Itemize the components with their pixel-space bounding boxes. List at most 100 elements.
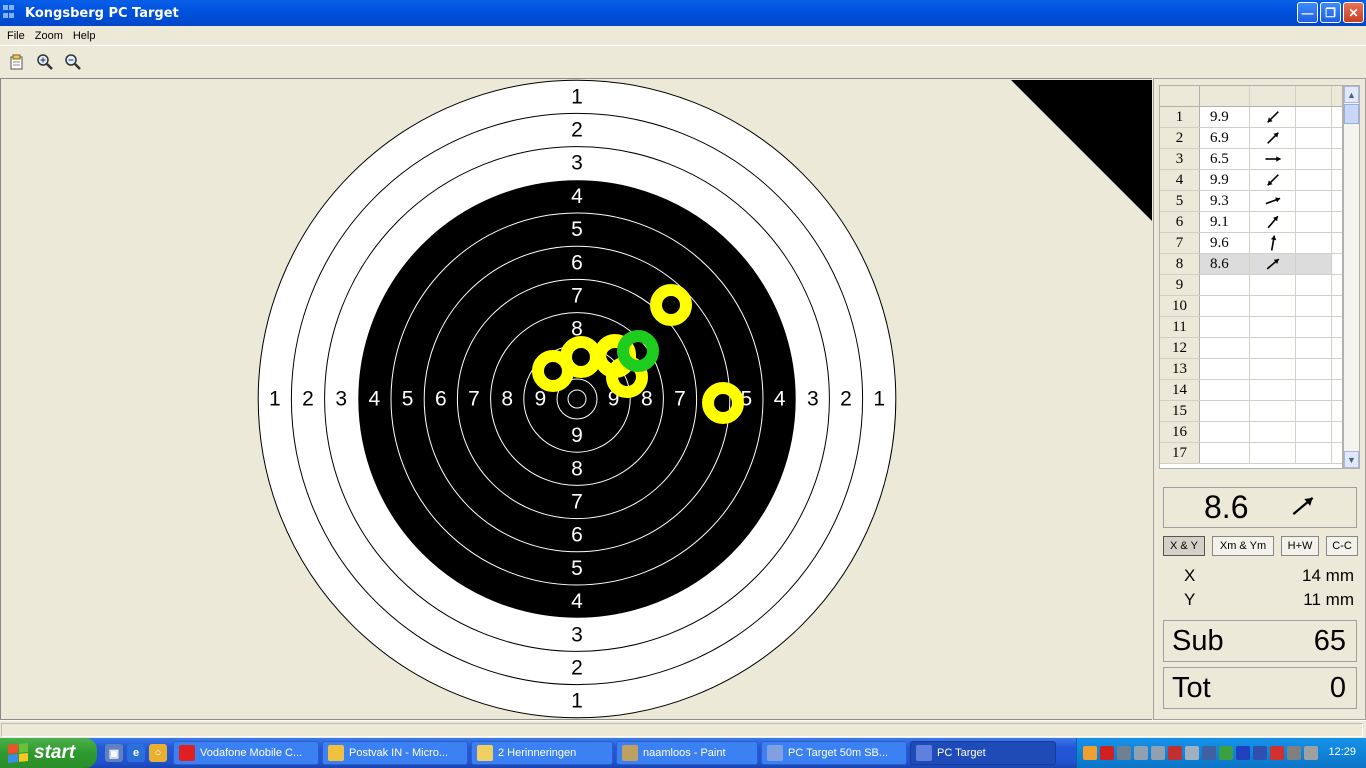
tray-disconnect-icon[interactable] <box>1168 746 1182 760</box>
table-row[interactable]: 15 <box>1160 401 1342 422</box>
taskbar-item[interactable]: PC Target 50m SB... <box>761 741 907 765</box>
table-row[interactable]: 1 9.9 <box>1160 107 1342 128</box>
internet-explorer-icon[interactable]: e <box>127 744 145 762</box>
menu-help[interactable]: Help <box>68 30 101 42</box>
table-row[interactable]: 17 <box>1160 443 1342 464</box>
shot-number: 17 <box>1160 443 1200 463</box>
taskbar-item[interactable]: PC Target <box>910 741 1056 765</box>
menu-file[interactable]: File <box>2 30 30 42</box>
tray-network2-icon[interactable] <box>1151 746 1165 760</box>
tray-red-icon[interactable] <box>1270 746 1284 760</box>
ring-label: 8 <box>501 388 513 411</box>
table-row[interactable]: 6 9.1 <box>1160 212 1342 233</box>
table-row[interactable]: 10 <box>1160 296 1342 317</box>
table-row[interactable]: 12 <box>1160 338 1342 359</box>
task-app-icon <box>916 745 932 761</box>
shot-table-scrollbar[interactable]: ▲ ▼ <box>1343 85 1360 469</box>
ring-label: 1 <box>873 388 885 411</box>
tray-shield-icon[interactable] <box>1253 746 1267 760</box>
taskbar: start ▣ e ○ Vodafone Mobile C... Postvak … <box>0 738 1366 768</box>
restore-button[interactable]: ❐ <box>1320 2 1341 23</box>
shot-direction-icon <box>1250 191 1296 211</box>
toolbar <box>0 45 1366 77</box>
table-row[interactable]: 13 <box>1160 359 1342 380</box>
taskbar-item[interactable]: naamloos - Paint <box>616 741 758 765</box>
target-view[interactable]: 1234567898765432112345678998754321 <box>0 78 1152 720</box>
ring-label: 7 <box>468 388 480 411</box>
shot-score <box>1200 443 1250 463</box>
tray-green-icon[interactable] <box>1219 746 1233 760</box>
new-icon[interactable] <box>6 51 28 73</box>
zoom-out-icon[interactable] <box>62 51 84 73</box>
zoom-in-icon[interactable] <box>34 51 56 73</box>
taskbar-item[interactable]: 2 Herinneringen <box>471 741 613 765</box>
taskbar-item[interactable]: Postvak IN - Micro... <box>322 741 468 765</box>
ring-label: 4 <box>571 185 583 208</box>
shot-direction-icon <box>1250 107 1296 127</box>
tray-vodafone-icon[interactable] <box>1100 746 1114 760</box>
last-shot-direction-icon <box>1288 491 1318 524</box>
tray-misc-icon[interactable] <box>1287 746 1301 760</box>
scroll-down-icon[interactable]: ▼ <box>1344 451 1359 468</box>
shot-number: 9 <box>1160 275 1200 295</box>
table-row[interactable]: 4 9.9 <box>1160 170 1342 191</box>
shot-table[interactable]: 1 9.9 2 6.9 3 6.5 4 9.9 5 9.3 6 9.1 7 9.6 8 8.6 9 10 11 12 1… <box>1159 85 1343 469</box>
shot-number: 1 <box>1160 107 1200 127</box>
tray-network-icon[interactable] <box>1134 746 1148 760</box>
menu-zoom[interactable]: Zoom <box>30 30 68 42</box>
minimize-button[interactable]: — <box>1297 2 1318 23</box>
title-bar[interactable]: Kongsberg PC Target — ❐ ✕ <box>0 0 1366 26</box>
shot-score: 8.6 <box>1200 254 1250 274</box>
shot-direction-icon <box>1250 233 1296 253</box>
tray-outlook-icon[interactable] <box>1083 746 1097 760</box>
close-button[interactable]: ✕ <box>1343 2 1364 23</box>
shot-direction-icon <box>1250 422 1296 442</box>
clock: 12:29 <box>1328 746 1356 758</box>
system-tray: 12:29 <box>1076 738 1366 768</box>
shot-score: 9.3 <box>1200 191 1250 211</box>
mode-h-w-button[interactable]: H+W <box>1281 536 1319 556</box>
volume-icon[interactable] <box>1304 746 1318 760</box>
outlook-icon[interactable]: ○ <box>149 744 167 762</box>
shot-score: 9.1 <box>1200 212 1250 232</box>
ring-label: 1 <box>571 690 583 713</box>
table-row[interactable]: 7 9.6 <box>1160 233 1342 254</box>
shot-score <box>1200 380 1250 400</box>
ring-label: 6 <box>571 251 583 274</box>
scroll-thumb[interactable] <box>1344 104 1359 124</box>
tray-tool-icon[interactable] <box>1117 746 1131 760</box>
scroll-up-icon[interactable]: ▲ <box>1344 86 1359 103</box>
shot-number: 11 <box>1160 317 1200 337</box>
start-button[interactable]: start <box>0 738 97 768</box>
table-row[interactable]: 11 <box>1160 317 1342 338</box>
ring-label: 9 <box>571 424 583 447</box>
shot-score: 9.9 <box>1200 170 1250 190</box>
taskbar-item[interactable]: Vodafone Mobile C... <box>173 741 319 765</box>
ring-label: 2 <box>840 388 852 411</box>
table-row[interactable]: 5 9.3 <box>1160 191 1342 212</box>
mode-c-c-button[interactable]: C-C <box>1326 536 1358 556</box>
ring-label: 2 <box>571 119 583 142</box>
table-row[interactable]: 2 6.9 <box>1160 128 1342 149</box>
corner-marker <box>1011 80 1152 221</box>
target-canvas[interactable]: 123456789876543211 2 3 4 5 6 7 8 9 9 8 7 5 4 3 2 1 <box>1 79 1152 719</box>
table-row[interactable]: 14 <box>1160 380 1342 401</box>
sub-value: 65 <box>1313 624 1346 657</box>
table-row[interactable]: 8 8.6 <box>1160 254 1342 275</box>
table-row[interactable]: 16 <box>1160 422 1342 443</box>
tray-key-icon[interactable] <box>1202 746 1216 760</box>
table-row[interactable]: 3 6.5 <box>1160 149 1342 170</box>
shot-direction-icon <box>1250 170 1296 190</box>
ring-label: 7 <box>674 388 686 411</box>
tray-search-icon[interactable] <box>1185 746 1199 760</box>
ring-label: 9 <box>535 388 547 411</box>
window-title: Kongsberg PC Target <box>25 5 179 21</box>
shot-direction-icon <box>1250 380 1296 400</box>
mode-x-y-button[interactable]: X & Y <box>1163 536 1205 556</box>
shot-number: 12 <box>1160 338 1200 358</box>
mode-xm-ym-button[interactable]: Xm & Ym <box>1212 536 1274 556</box>
table-row[interactable]: 9 <box>1160 275 1342 296</box>
bluetooth-icon[interactable] <box>1236 746 1250 760</box>
shot-number: 3 <box>1160 149 1200 169</box>
show-desktop-icon[interactable]: ▣ <box>105 744 123 762</box>
